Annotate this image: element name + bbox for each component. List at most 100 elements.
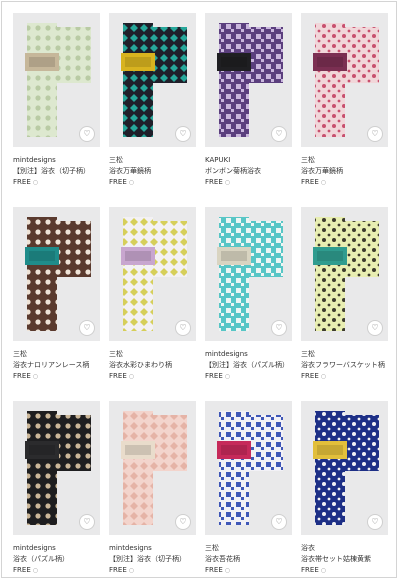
favorite-heart-icon[interactable]: ♡ — [175, 320, 191, 336]
product-image[interactable]: ♡ — [205, 401, 292, 535]
product-price: FREE ○ — [205, 372, 292, 381]
product-card[interactable]: ♡ mintdesigns 【別注】浴衣（切子柄） FREE ○ — [109, 401, 196, 583]
product-name[interactable]: 浴衣万華鏡柄 — [301, 167, 388, 176]
price-circle-icon: ○ — [320, 373, 326, 380]
favorite-heart-icon[interactable]: ♡ — [367, 126, 383, 142]
price-circle-icon: ○ — [320, 567, 326, 574]
product-brand[interactable]: mintdesigns — [205, 350, 292, 359]
yukata-body — [219, 23, 249, 137]
yukata-body — [219, 217, 249, 331]
product-brand[interactable]: 三松 — [109, 350, 196, 359]
obi-knot — [221, 251, 247, 261]
product-brand[interactable]: 浴衣 — [301, 544, 388, 553]
product-card[interactable]: ♡ mintdesigns 【別注】浴衣（切子柄） FREE ○ — [13, 13, 100, 195]
product-brand[interactable]: 三松 — [301, 156, 388, 165]
product-image[interactable]: ♡ — [13, 401, 100, 535]
product-name[interactable]: 【別注】浴衣（切子柄） — [13, 167, 100, 176]
yukata-body — [123, 217, 153, 331]
product-image[interactable]: ♡ — [301, 13, 388, 147]
obi-knot — [125, 445, 151, 455]
product-card[interactable]: ♡ 三松 浴衣万華鏡柄 FREE ○ — [109, 13, 196, 195]
yukata-sleeve — [153, 415, 187, 471]
price-label: FREE — [109, 372, 127, 380]
product-brand[interactable]: 三松 — [13, 350, 100, 359]
price-circle-icon: ○ — [224, 373, 230, 380]
product-image[interactable]: ♡ — [205, 207, 292, 341]
product-name[interactable]: 浴衣（パズル柄） — [13, 555, 100, 564]
product-price: FREE ○ — [109, 372, 196, 381]
page-frame: ♡ mintdesigns 【別注】浴衣（切子柄） FREE ○ ♡ 三松 浴衣万華鏡柄 FRE… — [1, 1, 397, 578]
favorite-heart-icon[interactable]: ♡ — [367, 514, 383, 530]
product-image[interactable]: ♡ — [109, 207, 196, 341]
product-name[interactable]: 【別注】浴衣（切子柄） — [109, 555, 196, 564]
product-brand[interactable]: KAPUKI — [205, 156, 292, 165]
product-brand[interactable]: mintdesigns — [109, 544, 196, 553]
product-price: FREE ○ — [109, 566, 196, 575]
obi-knot — [125, 251, 151, 261]
favorite-heart-icon[interactable]: ♡ — [367, 320, 383, 336]
product-brand[interactable]: 三松 — [205, 544, 292, 553]
product-card[interactable]: ♡ KAPUKI ボンボン菊柄浴衣 FREE ○ — [205, 13, 292, 195]
price-circle-icon: ○ — [32, 567, 38, 574]
product-card[interactable]: ♡ mintdesigns 浴衣（パズル柄） FREE ○ — [13, 401, 100, 583]
product-brand[interactable]: mintdesigns — [13, 156, 100, 165]
obi-knot — [221, 57, 247, 67]
yukata-sleeve — [249, 415, 283, 471]
product-image[interactable]: ♡ — [109, 13, 196, 147]
product-name[interactable]: 浴衣万華鏡柄 — [109, 167, 196, 176]
obi-knot — [125, 57, 151, 67]
price-label: FREE — [301, 372, 319, 380]
product-name[interactable]: 【別注】浴衣（パズル柄） — [205, 361, 292, 370]
favorite-heart-icon[interactable]: ♡ — [79, 126, 95, 142]
product-price: FREE ○ — [301, 372, 388, 381]
product-name[interactable]: 浴衣ナロリアンレース柄 — [13, 361, 100, 370]
product-image[interactable]: ♡ — [13, 207, 100, 341]
product-brand[interactable]: mintdesigns — [13, 544, 100, 553]
product-brand[interactable]: 三松 — [109, 156, 196, 165]
favorite-heart-icon[interactable]: ♡ — [271, 514, 287, 530]
price-circle-icon: ○ — [320, 179, 326, 186]
product-name[interactable]: 浴衣フラワーバスケット柄 — [301, 361, 388, 370]
product-card[interactable]: ♡ 三松 浴衣ナロリアンレース柄 FREE ○ — [13, 207, 100, 389]
yukata-sleeve — [345, 415, 379, 471]
product-image[interactable]: ♡ — [301, 207, 388, 341]
favorite-heart-icon[interactable]: ♡ — [271, 320, 287, 336]
price-circle-icon: ○ — [224, 567, 230, 574]
favorite-heart-icon[interactable]: ♡ — [271, 126, 287, 142]
product-image[interactable]: ♡ — [13, 13, 100, 147]
yukata-body — [315, 411, 345, 525]
favorite-heart-icon[interactable]: ♡ — [175, 514, 191, 530]
price-label: FREE — [205, 372, 223, 380]
product-card[interactable]: ♡ 三松 浴衣万華鏡柄 FREE ○ — [301, 13, 388, 195]
product-name[interactable]: ボンボン菊柄浴衣 — [205, 167, 292, 176]
product-card[interactable]: ♡ 三松浴衣フラワーバスケット柄 FREE ○ — [301, 207, 388, 389]
product-card[interactable]: ♡ 三松浴衣吾花柄 FREE ○ — [205, 401, 292, 583]
product-card[interactable]: ♡ mintdesigns 【別注】浴衣（パズル柄） FREE ○ — [205, 207, 292, 389]
product-card[interactable]: ♡ 三松浴衣水彩ひまわり柄 FREE ○ — [109, 207, 196, 389]
product-card[interactable]: ♡ 浴衣 浴衣帯セット姑棟黄紫 FREE ○ — [301, 401, 388, 583]
obi-knot — [317, 57, 343, 67]
yukata-sleeve — [57, 27, 91, 83]
product-price: FREE ○ — [13, 566, 100, 575]
obi-knot — [29, 57, 55, 67]
product-name[interactable]: 浴衣帯セット姑棟黄紫 — [301, 555, 388, 564]
product-name[interactable]: 浴衣水彩ひまわり柄 — [109, 361, 196, 370]
product-name[interactable]: 浴衣吾花柄 — [205, 555, 292, 564]
product-grid: ♡ mintdesigns 【別注】浴衣（切子柄） FREE ○ ♡ 三松 浴衣万華鏡柄 FRE… — [13, 13, 388, 583]
obi-knot — [29, 445, 55, 455]
yukata-body — [315, 23, 345, 137]
favorite-heart-icon[interactable]: ♡ — [175, 126, 191, 142]
product-price: FREE ○ — [13, 178, 100, 187]
product-image[interactable]: ♡ — [205, 13, 292, 147]
obi-knot — [317, 445, 343, 455]
yukata-body — [123, 23, 153, 137]
price-label: FREE — [205, 566, 223, 574]
favorite-heart-icon[interactable]: ♡ — [79, 320, 95, 336]
favorite-heart-icon[interactable]: ♡ — [79, 514, 95, 530]
product-brand[interactable]: 三松 — [301, 350, 388, 359]
product-image[interactable]: ♡ — [301, 401, 388, 535]
yukata-sleeve — [345, 27, 379, 83]
product-image[interactable]: ♡ — [109, 401, 196, 535]
yukata-sleeve — [249, 27, 283, 83]
yukata-sleeve — [249, 221, 283, 277]
